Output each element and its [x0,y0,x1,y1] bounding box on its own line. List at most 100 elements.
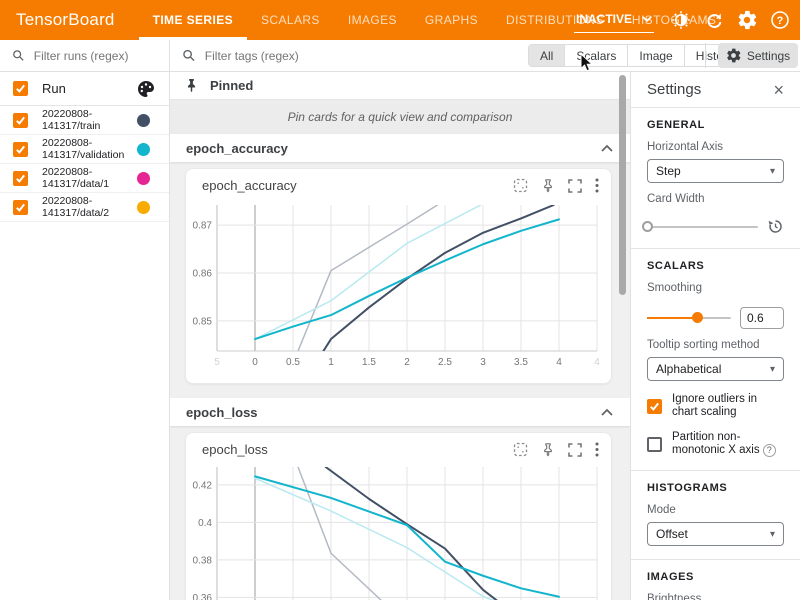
select-all-runs-checkbox[interactable] [13,81,28,96]
runs-header-row: Run [0,72,169,106]
chevron-up-icon[interactable] [600,407,614,418]
run-row-data1[interactable]: 20220808-141317/data/1 [0,164,169,193]
runs-column-header: Run [42,81,136,96]
topbar-actions: INACTIVE [574,0,792,40]
pin-outline-icon[interactable] [541,178,555,193]
settings-panel-title: Settings [647,81,773,98]
content-scrollbar-thumb[interactable] [619,75,626,295]
line-chart-epoch-accuracy[interactable]: 0.850.860.8700.511.522.533.5454 [186,199,611,379]
run-checkbox[interactable] [13,171,28,186]
run-row-validation[interactable]: 20220808-141317/validation [0,135,169,164]
fit-domain-icon[interactable] [513,178,528,193]
run-name: 20220808-141317/train [42,108,137,132]
check-icon [15,115,26,126]
filter-scalars-button[interactable]: Scalars [564,45,627,66]
section-header-epoch-accuracy[interactable]: epoch_accuracy [170,134,630,162]
tab-graphs[interactable]: GRAPHS [411,0,492,40]
tab-time-series[interactable]: TIME SERIES [139,0,247,40]
reload-status-dropdown[interactable]: INACTIVE [574,8,654,33]
run-name: 20220808-141317/data/2 [42,195,137,219]
filter-image-button[interactable]: Image [627,45,683,66]
pin-outline-icon[interactable] [541,442,555,457]
svg-text:3.5: 3.5 [514,357,528,368]
search-icon [12,48,25,63]
search-icon [182,48,196,63]
run-checkbox[interactable] [13,142,28,157]
settings-section-histograms: HISTOGRAMS Mode Offset ▾ [631,471,800,560]
app-logo: TensorBoard [16,10,115,30]
caret-down-icon: ▾ [770,166,775,177]
ignore-outliers-row: Ignore outliers in chart scaling [647,393,784,419]
runs-filter-row [0,40,169,72]
partition-x-axis-label: Partition non-monotonic X axis ? [672,431,784,457]
cards-area: Pinned Pin cards for a quick view and co… [170,72,630,600]
section-header-epoch-loss[interactable]: epoch_loss [170,398,630,426]
horizontal-axis-label: Horizontal Axis [647,141,784,153]
card-width-slider-row [647,218,784,235]
pin-icon [184,78,199,93]
card-title: epoch_accuracy [202,178,297,193]
tags-filter-input[interactable] [205,49,462,63]
histogram-mode-value: Offset [656,527,688,541]
tab-images[interactable]: IMAGES [334,0,411,40]
fit-domain-icon[interactable] [513,442,528,457]
svg-text:4: 4 [594,357,600,368]
caret-down-icon: ▾ [770,364,775,375]
ignore-outliers-checkbox[interactable] [647,399,662,414]
more-menu-icon[interactable] [595,442,599,457]
svg-text:0.4: 0.4 [198,518,212,529]
check-icon [15,144,26,155]
line-chart-epoch-loss[interactable]: 0.420.40.380.36 [186,463,611,600]
run-color-dot [137,143,150,156]
smoothing-slider[interactable] [647,317,731,319]
refresh-icon [705,11,724,30]
pinned-title: Pinned [210,78,253,93]
help-button[interactable]: ? [768,8,792,32]
filter-all-button[interactable]: All [529,45,564,66]
gear-icon [737,10,757,30]
refresh-button[interactable] [702,8,726,32]
run-checkbox[interactable] [13,200,28,215]
run-checkbox[interactable] [13,113,28,128]
fullscreen-icon[interactable] [568,443,582,457]
svg-text:3: 3 [480,357,486,368]
help-icon[interactable]: ? [763,444,776,457]
scalar-card-epoch-loss: epoch_loss 0.420.40.380.36 [185,432,612,600]
check-icon [649,401,660,412]
tooltip-sorting-select[interactable]: Alphabetical ▾ [647,357,784,381]
fullscreen-icon[interactable] [568,179,582,193]
tab-scalars[interactable]: SCALARS [247,0,334,40]
svg-text:4: 4 [556,357,562,368]
svg-text:5: 5 [214,357,220,368]
run-color-dot [137,172,150,185]
more-menu-icon[interactable] [595,178,599,193]
run-row-data2[interactable]: 20220808-141317/data/2 [0,193,169,222]
card-actions [513,178,599,193]
settings-section-general: GENERAL Horizontal Axis Step ▾ Card Widt… [631,108,800,249]
close-icon[interactable]: × [773,81,784,99]
settings-button[interactable]: Settings [718,43,798,68]
smoothing-value-input[interactable] [740,307,784,329]
partition-x-axis-checkbox[interactable] [647,437,662,452]
theme-brightness-toggle[interactable] [669,8,693,32]
global-settings-button[interactable] [735,8,759,32]
chevron-up-icon[interactable] [600,143,614,154]
run-row-train[interactable]: 20220808-141317/train [0,106,169,135]
histogram-mode-select[interactable]: Offset ▾ [647,522,784,546]
brightness-label: Brightness [647,593,784,600]
palette-icon[interactable] [136,79,156,99]
svg-text:0: 0 [252,357,258,368]
section-heading: IMAGES [647,571,784,583]
section-title: epoch_loss [186,405,600,420]
tooltip-sorting-label: Tooltip sorting method [647,339,784,351]
tensorboard-app: TensorBoard TIME SERIES SCALARS IMAGES G… [0,0,800,600]
horizontal-axis-select[interactable]: Step ▾ [647,159,784,183]
reset-icon[interactable] [767,218,784,235]
top-app-bar: TensorBoard TIME SERIES SCALARS IMAGES G… [0,0,800,40]
card-width-slider[interactable] [647,226,758,228]
runs-filter-input[interactable] [34,49,157,63]
tooltip-sorting-value: Alphabetical [656,362,721,376]
svg-text:1.5: 1.5 [362,357,376,368]
run-name: 20220808-141317/validation [42,137,137,161]
help-icon: ? [770,10,790,30]
